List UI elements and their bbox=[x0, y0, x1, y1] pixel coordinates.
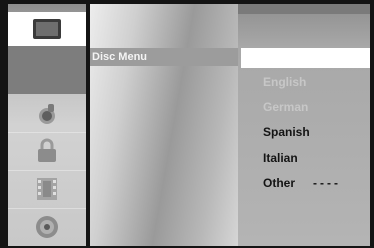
sidebar-item-lock[interactable] bbox=[8, 132, 86, 171]
option-other-code: ---- bbox=[313, 176, 341, 190]
sidebar-item-picture[interactable] bbox=[8, 12, 86, 47]
speaker-icon bbox=[34, 101, 60, 125]
sidebar-item-disc-menu[interactable] bbox=[8, 46, 86, 94]
options-panel: English German Spanish Italian Other ---- bbox=[238, 4, 370, 246]
sidebar-item-video[interactable] bbox=[8, 170, 86, 209]
option-german[interactable]: German bbox=[263, 98, 308, 116]
tv-screen-icon bbox=[32, 18, 62, 40]
lock-icon bbox=[35, 138, 59, 164]
option-italian[interactable]: Italian bbox=[263, 149, 298, 167]
option-other-label: Other bbox=[263, 176, 296, 190]
menu-panel: Disc Menu bbox=[90, 4, 238, 246]
menu-item-disc-menu[interactable]: Disc Menu bbox=[92, 48, 147, 66]
option-english[interactable]: English bbox=[263, 73, 306, 91]
option-selected-highlight[interactable] bbox=[241, 48, 370, 68]
option-spanish[interactable]: Spanish bbox=[263, 123, 310, 141]
film-icon bbox=[34, 176, 60, 202]
options-header-bar bbox=[238, 4, 370, 14]
sidebar-item-audio[interactable] bbox=[8, 94, 86, 133]
disc-icon bbox=[34, 214, 60, 240]
sidebar bbox=[8, 4, 86, 246]
sidebar-item-disc[interactable] bbox=[8, 208, 86, 246]
option-other[interactable]: Other ---- bbox=[263, 174, 341, 192]
